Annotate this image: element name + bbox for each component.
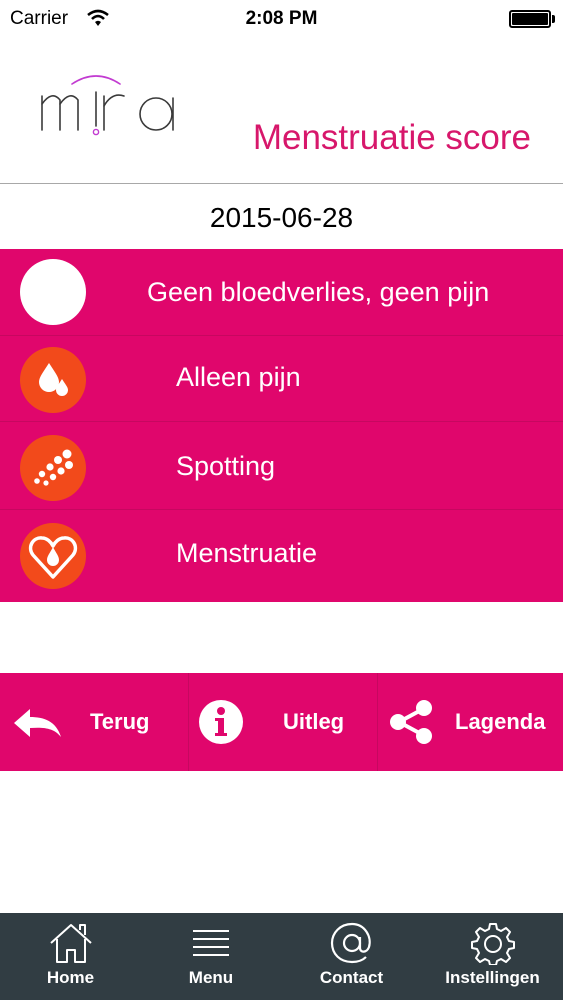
score-option-label: Spotting: [176, 451, 276, 481]
score-option-pain-only[interactable]: Alleen pijn: [0, 335, 563, 421]
legend-button[interactable]: Lagenda: [377, 673, 563, 771]
score-option-menstruation[interactable]: Menstruatie: [0, 509, 563, 602]
tab-bar: Home Menu Contact Instellingen: [0, 913, 563, 1000]
back-button[interactable]: Terug: [0, 673, 187, 771]
back-arrow-icon: [14, 709, 61, 737]
spotting-dots-icon: [20, 435, 86, 501]
gear-icon: [470, 923, 515, 965]
battery-tip: [552, 15, 555, 23]
back-label: Terug: [90, 709, 150, 734]
tab-home[interactable]: Home: [0, 913, 141, 1000]
page-title: Menstruatie score: [252, 118, 531, 157]
selected-date[interactable]: 2015-06-28: [0, 202, 563, 234]
tab-label: Instellingen: [445, 968, 540, 987]
menu-icon: [193, 930, 229, 956]
header-divider: [0, 183, 563, 184]
score-option-spotting[interactable]: Spotting: [0, 421, 563, 509]
tab-menu[interactable]: Menu: [141, 913, 281, 1000]
at-icon: [330, 922, 371, 964]
score-option-label: Geen bloedverlies, geen pijn: [147, 277, 490, 307]
mira-logo: [38, 70, 183, 150]
action-bar: Terug Uitleg Lagenda: [0, 673, 563, 771]
heart-drop-icon: [20, 523, 86, 589]
legend-label: Lagenda: [455, 709, 546, 734]
tab-contact[interactable]: Contact: [281, 913, 422, 1000]
tab-label: Menu: [188, 968, 234, 987]
tab-settings[interactable]: Instellingen: [422, 913, 563, 1000]
score-options-list: Geen bloedverlies, geen pijn Alleen pijn: [0, 249, 563, 602]
score-option-label: Menstruatie: [176, 538, 318, 568]
drops-icon: [20, 347, 86, 413]
home-icon: [49, 924, 92, 963]
battery-icon: [509, 10, 551, 28]
status-bar: Carrier 2:08 PM: [0, 0, 563, 40]
info-button[interactable]: Uitleg: [188, 673, 376, 771]
white-circle-icon: [20, 259, 86, 325]
info-label: Uitleg: [283, 709, 345, 734]
clock: 2:08 PM: [245, 8, 318, 29]
share-icon: [390, 700, 432, 744]
tab-label: Home: [46, 968, 95, 987]
score-option-label: Alleen pijn: [176, 362, 301, 392]
score-option-no-bleeding[interactable]: Geen bloedverlies, geen pijn: [0, 249, 563, 335]
tab-label: Contact: [319, 968, 384, 987]
info-icon: [199, 700, 243, 744]
